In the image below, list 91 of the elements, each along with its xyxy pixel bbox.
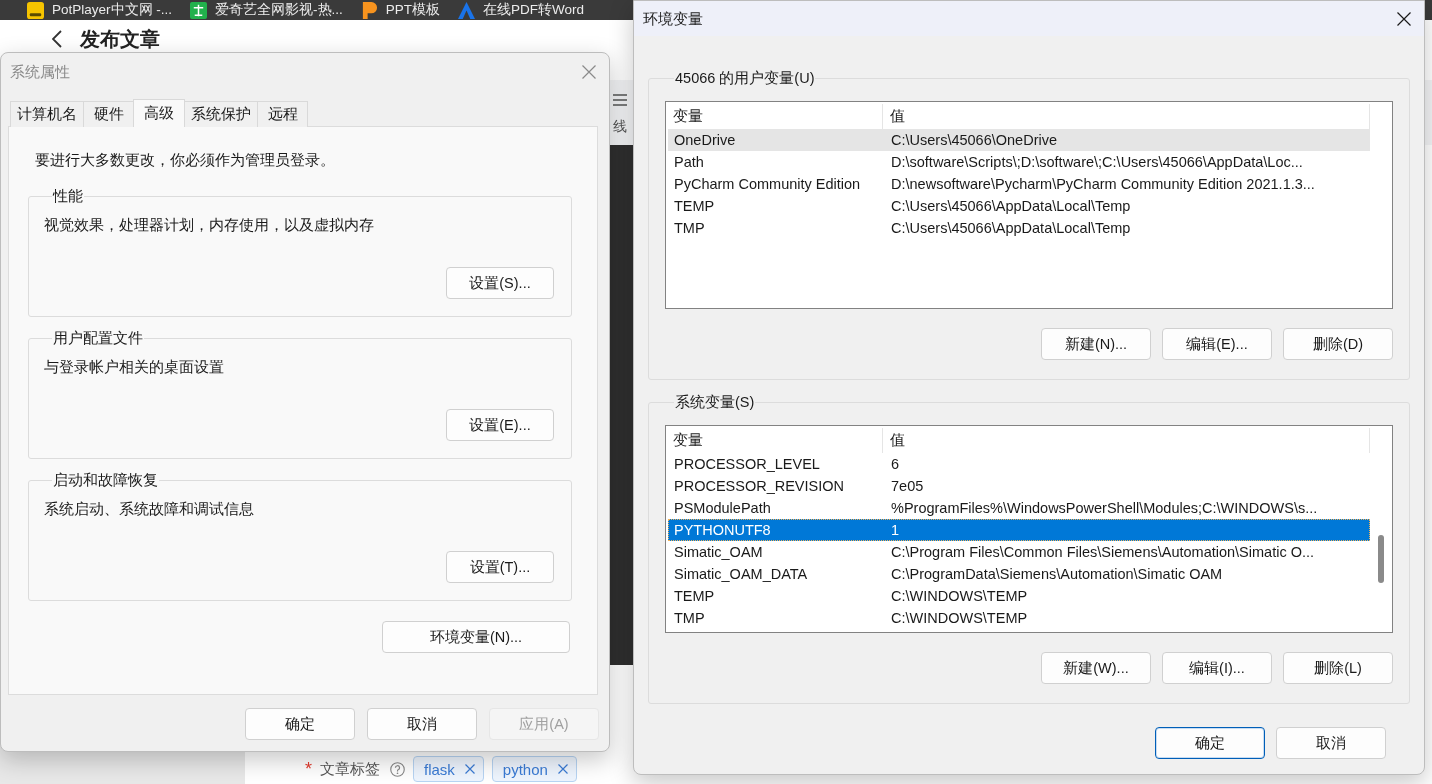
variable-name-cell-text: PROCESSOR_LEVEL xyxy=(673,456,821,472)
tab[interactable]: 系统保护 xyxy=(184,101,258,127)
ok-button[interactable]: 确定 xyxy=(1155,727,1265,759)
variable-row[interactable]: Simatic_OAM_DATA C:\ProgramData\Siemens\Automation\Simatic OAM xyxy=(668,563,1370,585)
environment-variables-button[interactable]: 环境变量(N)... xyxy=(382,621,570,653)
group-description: 视觉效果，处理器计划，内存使用，以及虚拟内存 xyxy=(44,216,375,234)
tab[interactable]: 远程 xyxy=(257,101,308,127)
new-button[interactable]: 新建(W)... xyxy=(1041,652,1151,684)
column-header[interactable]: 变量 xyxy=(668,428,883,453)
bookmark-link[interactable]: 在线PDF转Word xyxy=(483,1,585,19)
flag-logo-icon xyxy=(360,1,378,19)
field-label: 文章标签 xyxy=(320,759,380,779)
variable-value-cell-text: C:\WINDOWS\TEMP xyxy=(890,610,1029,626)
variable-list[interactable] xyxy=(665,425,1393,633)
delete-button[interactable]: 删除(L) xyxy=(1283,652,1393,684)
variable-row[interactable]: PROCESSOR_REVISION 7e05 xyxy=(668,475,1370,497)
column-header[interactable]: 值 xyxy=(883,428,1370,453)
bookmark-link[interactable]: PotPlayer中文网 -... xyxy=(52,1,173,19)
cancel-button[interactable]: 取消 xyxy=(367,708,477,740)
settings-button[interactable]: 设置(E)... xyxy=(446,409,554,441)
cancel-button[interactable]: 取消 xyxy=(1276,727,1386,759)
edit-button[interactable]: 编辑(I)... xyxy=(1162,652,1272,684)
triangle-logo-icon xyxy=(458,1,476,19)
page-title: 发布文章 xyxy=(80,27,160,52)
variable-row[interactable]: TEMP C:\Users\45066\AppData\Local\Temp xyxy=(668,195,1370,217)
settings-button[interactable]: 设置(S)... xyxy=(446,267,554,299)
ok-button[interactable]: 确定 xyxy=(245,708,355,740)
tab[interactable]: 计算机名 xyxy=(10,101,84,127)
variable-list[interactable] xyxy=(665,101,1393,309)
variable-row[interactable]: PYTHONUTF8 1 xyxy=(668,519,1370,541)
variable-name-cell-text: PyCharm Community Edition xyxy=(673,176,862,192)
variable-row[interactable]: OneDrive C:\Users\45066\OneDrive xyxy=(668,129,1370,151)
variable-name-cell-text: Path xyxy=(673,154,705,170)
variable-name-cell-text: Simatic_OAM xyxy=(673,544,764,560)
variable-row[interactable]: TMP C:\WINDOWS\TEMP xyxy=(668,607,1370,629)
variable-value-cell-text: 7e05 xyxy=(890,478,925,494)
bookmark-link[interactable]: 爱奇艺全网影视-热... xyxy=(215,1,343,19)
scrollbar-thumb[interactable] xyxy=(1378,535,1384,583)
variable-value-cell-text: 1 xyxy=(890,522,901,538)
group-title: 用户配置文件 xyxy=(52,329,144,347)
variable-value-cell-text: C:\Users\45066\AppData\Local\Temp xyxy=(890,198,1132,214)
variable-value-cell-text: C:\ProgramData\Siemens\Automation\Simatic OAM xyxy=(890,566,1224,582)
toolbar-label[interactable]: 线 xyxy=(613,118,627,134)
settings-button[interactable]: 设置(T)... xyxy=(446,551,554,583)
tab[interactable]: 高级 xyxy=(133,99,185,127)
tab[interactable]: 硬件 xyxy=(83,101,134,127)
tag-chip[interactable]: python xyxy=(491,756,577,782)
variable-name-cell-text: TMP xyxy=(673,220,706,236)
menu-icon[interactable] xyxy=(613,94,627,106)
variable-value-cell-text: C:\Users\45066\OneDrive xyxy=(890,132,1058,148)
group-description: 与登录帐户相关的桌面设置 xyxy=(44,358,225,376)
edit-button[interactable]: 编辑(E)... xyxy=(1162,328,1272,360)
variable-row[interactable]: PyCharm Community Edition D:\newsoftware\Pycharm\PyCharm Community Edition 2021.1.3... xyxy=(668,173,1370,195)
close-icon[interactable] xyxy=(1397,11,1411,26)
group-title: 45066 的用户变量(U) xyxy=(674,69,816,87)
variable-name-cell-text: TEMP xyxy=(673,588,716,604)
group-description: 系统启动、系统故障和调试信息 xyxy=(44,500,255,518)
variable-name-cell-text: PROCESSOR_REVISION xyxy=(673,478,845,494)
variable-value-cell-text: D:\newsoftware\Pycharm\PyCharm Community Edition 2021.1.3... xyxy=(890,176,1316,192)
variable-name-cell-text: PYTHONUTF8 xyxy=(673,522,772,538)
bookmark-link[interactable]: PPT模板 xyxy=(385,1,441,19)
variable-name-cell-text: PSModulePath xyxy=(673,500,772,516)
variable-name-cell-text: TEMP xyxy=(673,198,716,214)
variable-value-cell-text: 6 xyxy=(890,456,901,472)
required-mark: * xyxy=(305,760,312,778)
notice-text: 要进行大多数更改，你必须作为管理员登录。 xyxy=(35,151,336,169)
variable-row[interactable]: Simatic_OAM C:\Program Files\Common Files\Siemens\Automation\Simatic O... xyxy=(668,541,1370,563)
group-title: 性能 xyxy=(52,187,84,205)
variable-value-cell-text: %ProgramFiles%\WindowsPowerShell\Modules;C:\WINDOWS\s... xyxy=(890,500,1319,516)
variable-row[interactable]: Path D:\software\Scripts\;D:\software\;C:\Users\45066\AppData\Loc... xyxy=(668,151,1370,173)
help-icon[interactable] xyxy=(390,761,405,777)
variable-row[interactable]: TMP C:\Users\45066\AppData\Local\Temp xyxy=(668,217,1370,239)
variable-value-cell-text: C:\Users\45066\AppData\Local\Temp xyxy=(890,220,1132,236)
variable-name-cell-text: OneDrive xyxy=(673,132,737,148)
new-button[interactable]: 新建(N)... xyxy=(1041,328,1151,360)
group-title: 启动和故障恢复 xyxy=(52,471,159,489)
variable-value-cell-text: C:\Program Files\Common Files\Siemens\Automation\Simatic O... xyxy=(890,544,1316,560)
window-title: 环境变量 xyxy=(643,9,703,28)
variable-value-cell-text: C:\WINDOWS\TEMP xyxy=(890,588,1029,604)
delete-button[interactable]: 删除(D) xyxy=(1283,328,1393,360)
tag-chip[interactable]: flask xyxy=(413,756,484,782)
variable-row[interactable]: TEMP C:\WINDOWS\TEMP xyxy=(668,585,1370,607)
tile-logo-icon xyxy=(27,1,44,19)
window-title: 系统属性 xyxy=(10,62,70,81)
variable-row[interactable]: PSModulePath %ProgramFiles%\WindowsPowerShell\Modules;C:\WINDOWS\s... xyxy=(668,497,1370,519)
variable-value-cell-text: D:\software\Scripts\;D:\software\;C:\Users\45066\AppData\Loc... xyxy=(890,154,1304,170)
back-icon[interactable] xyxy=(52,30,62,48)
variable-row[interactable]: PROCESSOR_LEVEL 6 xyxy=(668,453,1370,475)
group-title: 系统变量(S) xyxy=(674,393,756,411)
variable-name-cell-text: Simatic_OAM_DATA xyxy=(673,566,809,582)
variable-name-cell-text: TMP xyxy=(673,610,706,626)
